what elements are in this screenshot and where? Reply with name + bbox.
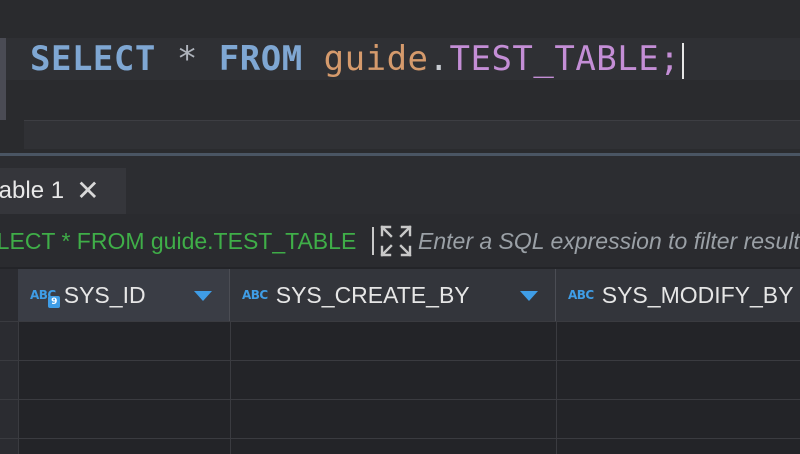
column-header-sys-create-by[interactable]: ABC SYS_CREATE_BY xyxy=(230,269,556,321)
table-cell[interactable] xyxy=(19,361,230,399)
results-grid: ABC 9 SYS_ID ABC SYS_CREATE_BY ABC SYS_MO… xyxy=(0,267,800,454)
column-name: SYS_CREATE_BY xyxy=(275,281,470,308)
tab-results-table-1[interactable]: table 1 ✕ xyxy=(0,168,126,214)
table-cell[interactable] xyxy=(231,361,556,399)
active-query-text: SELECT * FROM guide.TEST_TABLE xyxy=(0,224,390,258)
column-name: SYS_ID xyxy=(63,281,146,308)
sql-semicolon: ; xyxy=(659,39,681,79)
tab-label: table 1 xyxy=(0,177,65,204)
sql-keyword-from: FROM xyxy=(218,39,303,79)
active-query-label: SELECT * FROM guide.TEST_TABLE xyxy=(0,228,357,254)
column-header-sys-id[interactable]: ABC 9 SYS_ID xyxy=(18,269,230,321)
close-icon[interactable]: ✕ xyxy=(76,177,99,205)
sql-dot: . xyxy=(428,39,450,79)
text-caret xyxy=(682,42,685,79)
grid-line xyxy=(0,438,800,439)
filter-separator xyxy=(372,227,374,255)
sql-editor[interactable]: SELECT * FROM guide.TEST_TABLE; xyxy=(0,0,800,155)
string-type-icon: ABC xyxy=(568,288,594,302)
table-cell[interactable] xyxy=(557,400,800,438)
table-cell[interactable] xyxy=(231,322,556,360)
table-cell[interactable] xyxy=(557,322,800,360)
table-cell[interactable] xyxy=(557,361,800,399)
table-cell[interactable] xyxy=(231,400,556,438)
sql-star-operator: * xyxy=(176,39,198,79)
sql-keyword-select: SELECT xyxy=(30,39,156,79)
table-cell[interactable] xyxy=(19,400,230,438)
filter-expression-input[interactable] xyxy=(416,224,800,258)
column-name: SYS_MODIFY_BY xyxy=(601,281,794,308)
string-type-icon: ABC xyxy=(242,288,268,302)
sql-schema-name: guide xyxy=(323,39,429,79)
key-badge: 9 xyxy=(48,296,60,308)
column-header-sys-modify-by[interactable]: ABC SYS_MODIFY_BY xyxy=(556,269,800,321)
editor-horizontal-scrollbar[interactable] xyxy=(24,120,800,149)
chevron-down-icon[interactable] xyxy=(194,291,212,301)
results-tab-strip: table 1 ✕ xyxy=(0,156,800,214)
sql-code-line[interactable]: SELECT * FROM guide.TEST_TABLE; xyxy=(30,38,685,80)
expand-icon[interactable] xyxy=(378,223,414,259)
string-key-type-icon: ABC 9 xyxy=(30,288,60,308)
results-filter-bar: SELECT * FROM guide.TEST_TABLE xyxy=(0,214,800,267)
row-number-column[interactable] xyxy=(0,269,19,454)
table-cell[interactable] xyxy=(19,322,230,360)
sql-table-name: TEST_TABLE xyxy=(449,39,660,79)
chevron-down-icon[interactable] xyxy=(520,291,538,301)
